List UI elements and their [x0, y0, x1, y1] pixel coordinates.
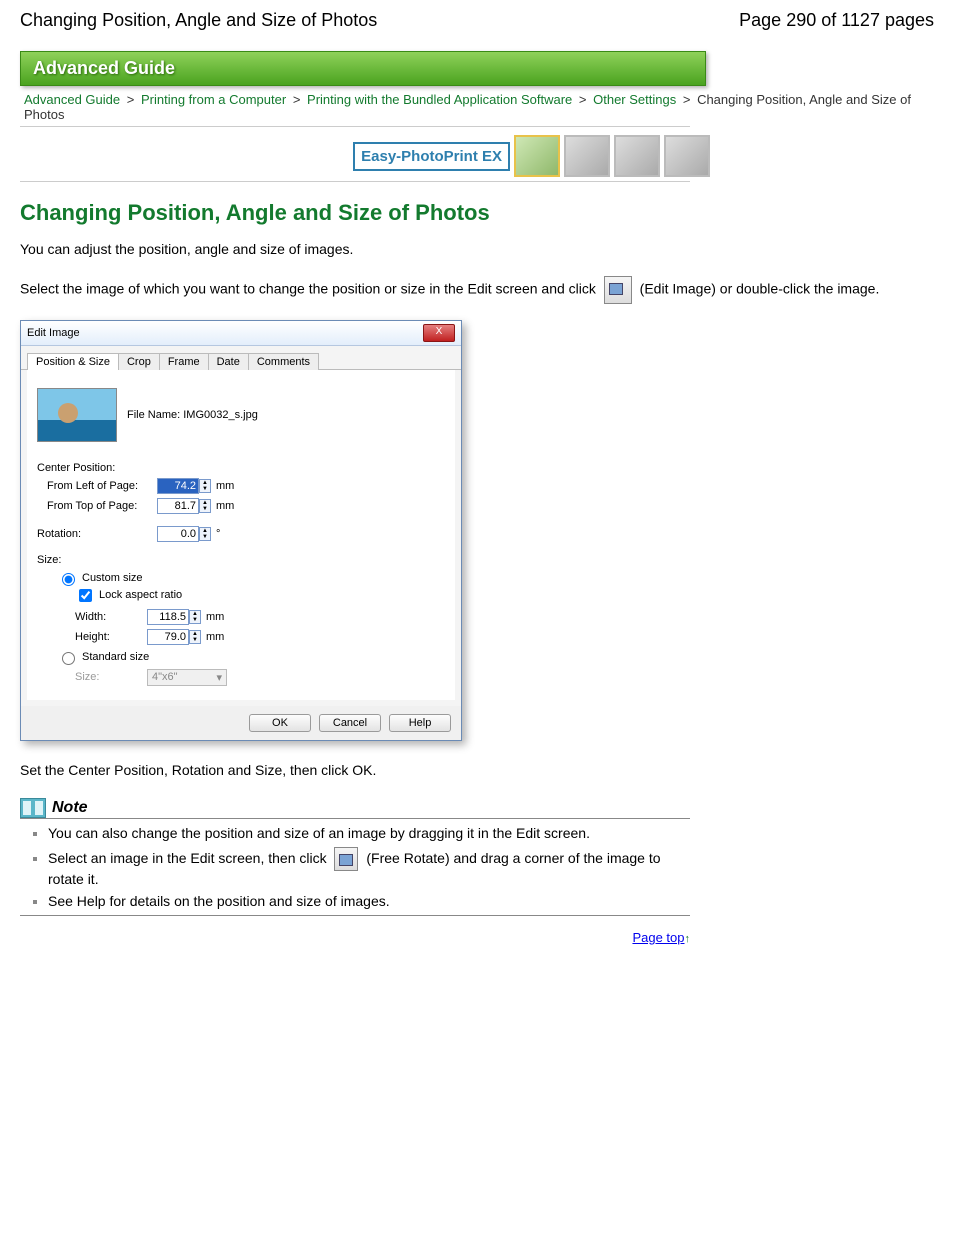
tab-position-size[interactable]: Position & Size	[27, 353, 119, 370]
note-icon	[20, 798, 46, 818]
dialog-title: Edit Image	[27, 327, 80, 339]
ok-button[interactable]: OK	[249, 714, 311, 732]
page-title: Changing Position, Angle and Size of Pho…	[20, 200, 934, 226]
intro-text: You can adjust the position, angle and s…	[20, 240, 934, 260]
app-logo: Easy-PhotoPrint EX	[353, 142, 510, 171]
note-item-3: See Help for details on the position and…	[48, 893, 390, 909]
from-left-label: From Left of Page:	[47, 480, 157, 492]
nav-thumb-2[interactable]	[564, 135, 610, 177]
from-top-label: From Top of Page:	[47, 500, 157, 512]
from-top-spinner[interactable]: ▲▼	[199, 499, 211, 513]
custom-size-label: Custom size	[82, 572, 143, 584]
tab-date[interactable]: Date	[208, 353, 249, 370]
preview-image	[37, 388, 117, 442]
rotation-spinner[interactable]: ▲▼	[199, 527, 211, 541]
nav-thumb-3[interactable]	[614, 135, 660, 177]
note-item-1: You can also change the position and siz…	[48, 825, 590, 841]
std-size-select: 4"x6"▾	[147, 669, 227, 686]
height-label: Height:	[75, 631, 147, 643]
page-top-link[interactable]: Page top	[632, 930, 684, 945]
file-name-label: File Name: IMG0032_s.jpg	[127, 409, 258, 421]
doc-title: Changing Position, Angle and Size of Pho…	[20, 10, 377, 31]
size-label: Size:	[37, 554, 445, 566]
cancel-button[interactable]: Cancel	[319, 714, 381, 732]
crumb-advanced-guide[interactable]: Advanced Guide	[24, 92, 120, 107]
free-rotate-icon	[334, 847, 358, 871]
tab-frame[interactable]: Frame	[159, 353, 209, 370]
up-arrow-icon: ↑	[685, 933, 691, 945]
page-counter: Page 290 of 1127 pages	[739, 10, 934, 31]
note-title: Note	[52, 799, 88, 817]
width-spinner[interactable]: ▲▼	[189, 610, 201, 624]
edit-image-dialog: Edit Image X Position & Size Crop Frame …	[20, 320, 462, 741]
note-item-2: Select an image in the Edit screen, then…	[48, 850, 661, 887]
rotation-input[interactable]: 0.0	[157, 526, 199, 542]
breadcrumb: Advanced Guide > Printing from a Compute…	[20, 92, 934, 122]
crumb-printing-computer[interactable]: Printing from a Computer	[141, 92, 286, 107]
standard-size-label: Standard size	[82, 651, 149, 663]
height-input[interactable]: 79.0	[147, 629, 189, 645]
tab-comments[interactable]: Comments	[248, 353, 319, 370]
note-list: You can also change the position and siz…	[48, 825, 698, 909]
help-button[interactable]: Help	[389, 714, 451, 732]
from-left-spinner[interactable]: ▲▼	[199, 479, 211, 493]
lock-aspect-label: Lock aspect ratio	[99, 589, 182, 601]
guide-banner: Advanced Guide	[20, 51, 706, 86]
tab-crop[interactable]: Crop	[118, 353, 160, 370]
rotation-label: Rotation:	[37, 528, 157, 540]
standard-size-radio[interactable]	[62, 652, 75, 665]
nav-thumb-4[interactable]	[664, 135, 710, 177]
close-button[interactable]: X	[423, 324, 455, 342]
custom-size-radio[interactable]	[62, 573, 75, 586]
from-left-input[interactable]: 74.2	[157, 478, 199, 494]
from-top-input[interactable]: 81.7	[157, 498, 199, 514]
select-text: Select the image of which you want to ch…	[20, 276, 934, 304]
center-position-label: Center Position:	[37, 462, 445, 474]
edit-image-icon	[604, 276, 632, 304]
crumb-other-settings[interactable]: Other Settings	[593, 92, 676, 107]
height-spinner[interactable]: ▲▼	[189, 630, 201, 644]
std-size-label: Size:	[75, 671, 147, 683]
crumb-bundled-app[interactable]: Printing with the Bundled Application So…	[307, 92, 572, 107]
nav-thumb-1[interactable]	[514, 135, 560, 177]
width-label: Width:	[75, 611, 147, 623]
lock-aspect-checkbox[interactable]	[79, 589, 92, 602]
after-dialog-text: Set the Center Position, Rotation and Si…	[20, 761, 934, 781]
width-input[interactable]: 118.5	[147, 609, 189, 625]
